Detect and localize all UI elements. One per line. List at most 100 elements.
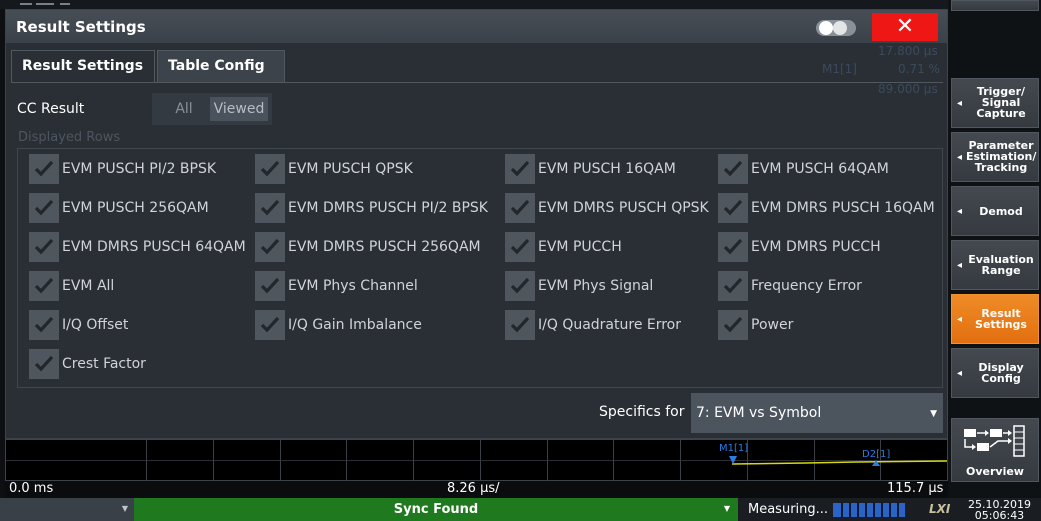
checkmark-icon [34,277,54,294]
checkbox-row[interactable]: Frequency Error [718,271,933,301]
checkbox-row[interactable]: EVM PUCCH [505,232,720,262]
checkbox-row[interactable]: EVM Phys Signal [505,271,720,301]
signal-flow-icon [964,425,1025,457]
checkmark-icon [260,277,280,294]
softkey-trigger-signal-capture[interactable]: ◂ Trigger/ Signal Capture [951,78,1039,128]
close-button[interactable]: ✕ [872,13,938,41]
background-readout: M1[1] [822,62,857,76]
checkbox[interactable] [505,310,535,340]
softkey-blank[interactable] [951,0,1039,11]
checkbox-row[interactable]: EVM DMRS PUSCH PI/2 BPSK [255,193,488,223]
checkbox-label: EVM DMRS PUCCH [751,239,881,255]
checkbox[interactable] [29,271,59,301]
date-time: 25.10.2019 05:06:43 [968,499,1031,521]
softkey-label-line: Settings [975,318,1027,331]
checkbox[interactable] [718,310,748,340]
checkbox-row[interactable]: EVM PUSCH 256QAM [29,193,244,223]
checkmark-icon [510,160,530,177]
checkbox[interactable] [718,193,748,223]
background-readout: 0.71 % [898,62,940,76]
chevron-down-icon: ▼ [723,504,730,513]
checkbox-row[interactable]: EVM PUSCH 64QAM [718,154,933,184]
checkbox-row[interactable]: EVM All [29,271,244,301]
specifics-value: 7: EVM vs Symbol [696,405,822,421]
measuring-progress-bar [833,503,905,517]
checkbox[interactable] [505,271,535,301]
checkbox-row[interactable]: EVM DMRS PUSCH 64QAM [29,232,246,262]
checkbox-row[interactable]: EVM DMRS PUSCH 256QAM [255,232,481,262]
axis-start: 0.0 ms [9,481,54,496]
softkey-demod[interactable]: ◂ Demod [951,186,1039,236]
checkbox-row[interactable]: EVM DMRS PUSCH 16QAM [718,193,935,223]
close-icon: ✕ [895,14,915,39]
checkbox-label: Crest Factor [62,356,146,372]
checkbox[interactable] [505,154,535,184]
softkey-evaluation-range[interactable]: ◂ Evaluation Range [951,240,1039,290]
checkbox-label: EVM PUSCH 16QAM [538,161,676,177]
checkmark-icon [510,277,530,294]
checkbox-row[interactable]: Crest Factor [29,349,244,379]
checkbox[interactable] [718,232,748,262]
tab-divider [11,82,943,83]
softkey-label-line: Tracking [974,161,1028,174]
checkbox-label: EVM Phys Channel [288,278,418,294]
cc-result-option-viewed[interactable]: Viewed [210,97,268,121]
status-dropdown[interactable]: ▼ [0,498,134,521]
checkbox-label: EVM PUSCH 64QAM [751,161,889,177]
checkbox[interactable] [29,193,59,223]
checkbox[interactable] [29,349,59,379]
checkmark-icon [510,199,530,216]
checkbox-row[interactable]: I/Q Offset [29,310,244,340]
checkbox[interactable] [29,232,59,262]
checkbox-label: Frequency Error [751,278,862,294]
dialog-transparency-toggle[interactable] [816,20,856,36]
checkbox[interactable] [718,154,748,184]
checkbox[interactable] [29,310,59,340]
checkbox[interactable] [718,271,748,301]
softkey-label-line: Range [981,264,1021,277]
softkey-label-line: Capture [976,107,1026,120]
strip-tick [36,3,54,5]
progress-divider [841,503,843,517]
cc-result-label: CC Result [17,101,85,117]
softkey-result-settings[interactable]: ◂ Result Settings [951,294,1039,344]
softkey-display-config[interactable]: ◂ Display Config [951,348,1039,398]
checkbox-row[interactable]: I/Q Quadrature Error [505,310,720,340]
background-readout: 17.800 µs [878,44,938,58]
checkbox-label: EVM PUSCH PI/2 BPSK [62,161,217,177]
cc-result-selector[interactable]: All Viewed [152,93,272,125]
checkbox-row[interactable]: EVM PUSCH QPSK [255,154,470,184]
caret-left-icon: ◂ [957,314,963,325]
checkmark-icon [510,316,530,333]
sync-status[interactable]: Sync Found ▼ [134,498,738,521]
checkbox-row[interactable]: EVM PUSCH PI/2 BPSK [29,154,244,184]
checkbox[interactable] [255,193,285,223]
checkbox[interactable] [505,193,535,223]
checkbox-label: I/Q Offset [62,317,129,333]
softkey-label: Display Config [966,362,1036,384]
tab-table-config[interactable]: Table Config [157,50,285,83]
checkbox-row[interactable]: EVM DMRS PUCCH [718,232,933,262]
measurement-trace [729,456,947,466]
checkbox-row[interactable]: Power [718,310,933,340]
dialog-titlebar[interactable]: Result Settings ✕ [6,10,947,43]
softkey-overview[interactable]: Overview [951,418,1039,482]
checkbox-row[interactable]: EVM PUSCH 16QAM [505,154,720,184]
checkbox-row[interactable]: I/Q Gain Imbalance [255,310,470,340]
softkey-parameter-estimation-tracking[interactable]: ◂ Parameter Estimation/ Tracking [951,132,1039,182]
checkbox[interactable] [255,232,285,262]
status-bar: ▼ Sync Found ▼ Measuring... LXI 25.10.20… [0,498,1041,521]
specifics-dropdown[interactable]: 7: EVM vs Symbol ▼ [691,393,943,433]
checkbox[interactable] [255,310,285,340]
checkbox[interactable] [505,232,535,262]
checkmark-icon [723,277,743,294]
checkmark-icon [34,199,54,216]
checkbox[interactable] [29,154,59,184]
checkbox-row[interactable]: EVM DMRS PUSCH QPSK [505,193,720,223]
diagram-strip[interactable]: M1[1] D2[1] [5,439,949,482]
checkbox[interactable] [255,271,285,301]
cc-result-option-all[interactable]: All [160,97,208,121]
tab-result-settings[interactable]: Result Settings [11,50,155,83]
checkbox-row[interactable]: EVM Phys Channel [255,271,470,301]
checkbox[interactable] [255,154,285,184]
